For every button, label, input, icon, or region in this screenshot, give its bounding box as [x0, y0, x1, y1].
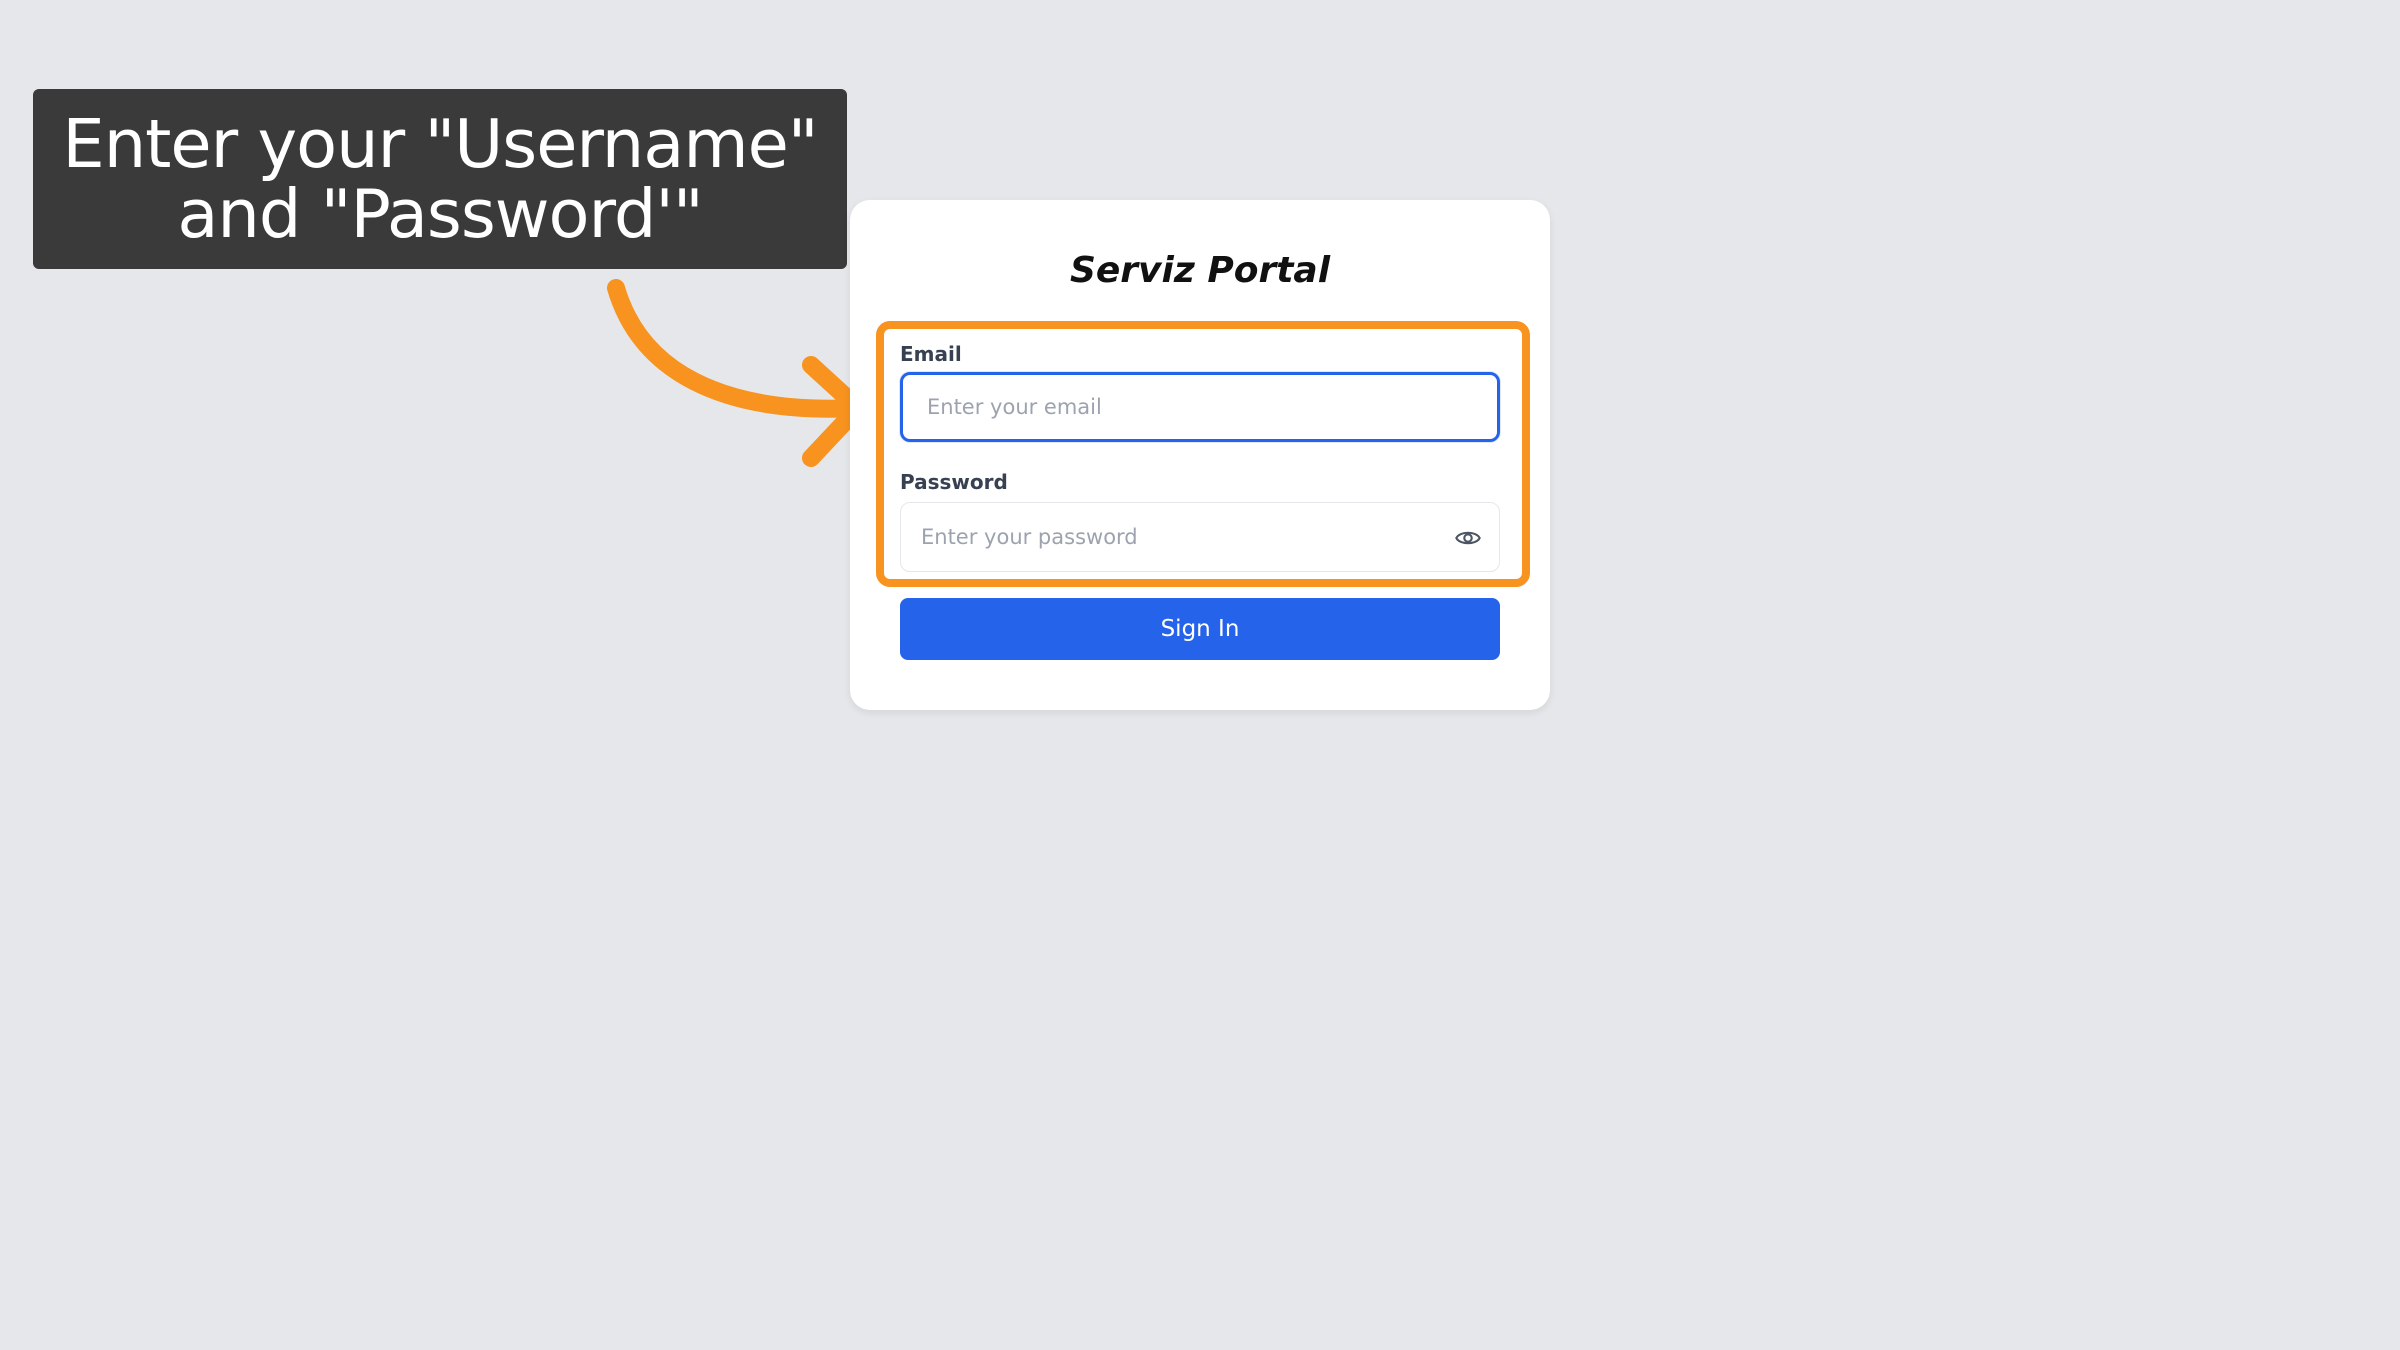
password-label: Password: [900, 470, 1008, 494]
password-input[interactable]: [900, 502, 1500, 572]
email-label: Email: [900, 342, 962, 366]
tutorial-callout: Enter your "Username" and "Password'": [33, 89, 847, 269]
portal-title: Serviz Portal: [1069, 250, 1331, 291]
show-password-button[interactable]: [1450, 520, 1486, 556]
callout-line-2: and "Password'": [177, 175, 703, 253]
sign-in-button[interactable]: Sign In: [900, 598, 1500, 660]
login-card: Serviz Portal Email Password Sign In: [850, 200, 1550, 710]
email-input[interactable]: [900, 372, 1500, 442]
eye-icon: [1455, 531, 1481, 545]
callout-line-1: Enter your "Username": [62, 105, 818, 183]
